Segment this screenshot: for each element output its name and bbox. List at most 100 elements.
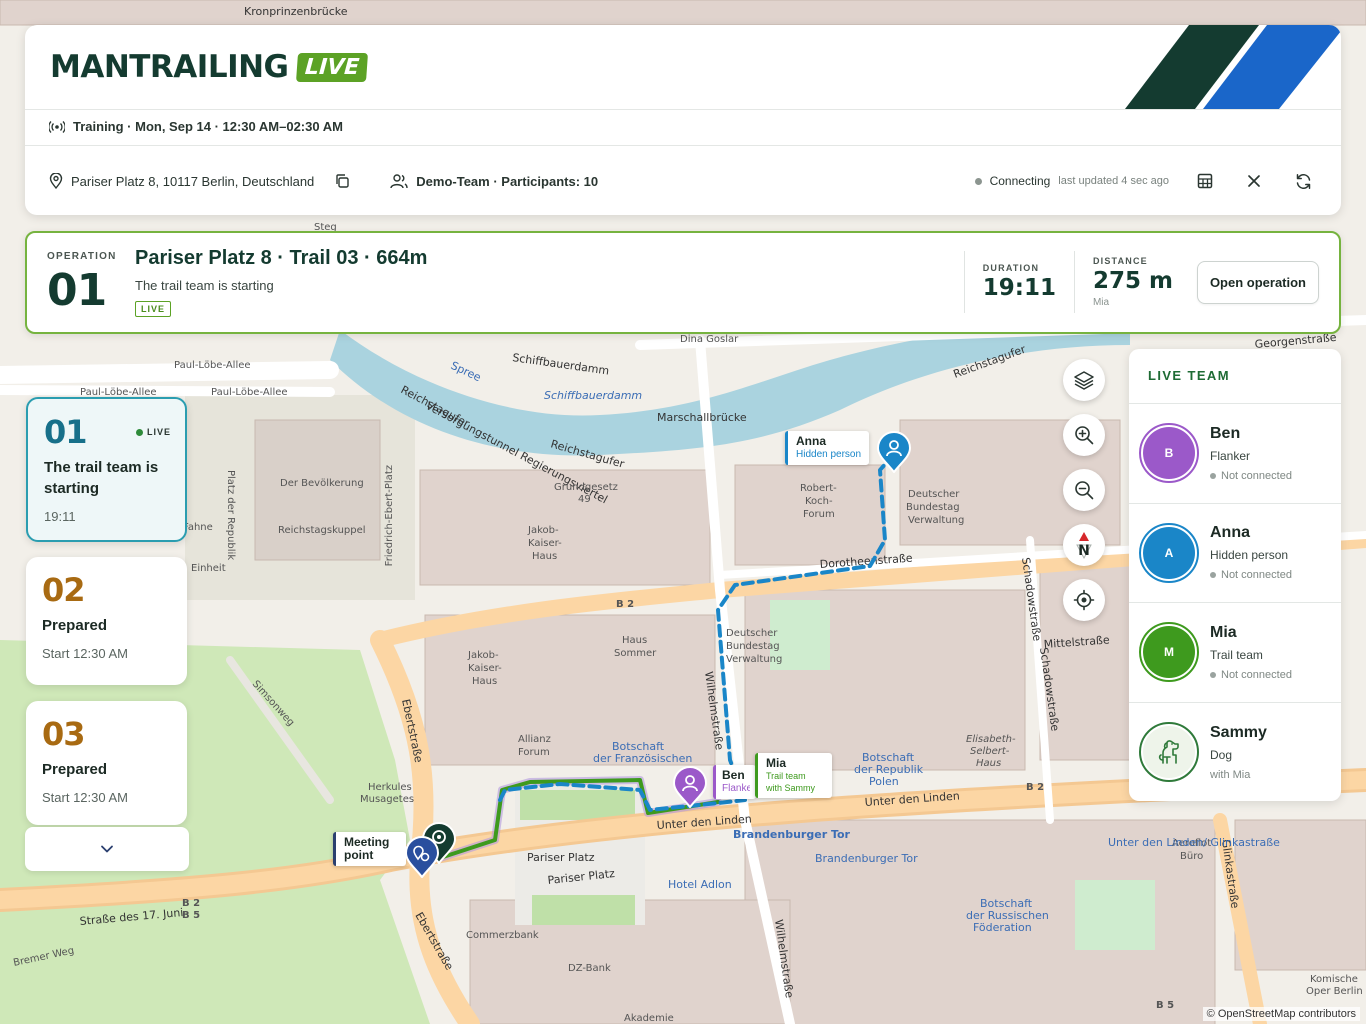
header-divider — [25, 109, 1341, 110]
training-info: Training · Mon, Sep 14 · 12:30 AM–02:30 … — [49, 119, 343, 134]
map-label: DZ-Bank — [568, 963, 611, 974]
map-tag-mia[interactable]: Mia Trail team with Sammy — [755, 753, 832, 798]
map-label: Akademie — [624, 1013, 674, 1024]
map-label: Verwaltung — [908, 515, 964, 526]
map-label: B 5 — [1156, 1000, 1174, 1011]
chevron-down-icon — [101, 845, 113, 853]
team-member-mia[interactable]: M Mia Trail team Not connected — [1129, 603, 1341, 703]
card-title: Prepared — [42, 617, 108, 634]
operation-card-02[interactable]: 02 Prepared Start 12:30 AM — [26, 557, 187, 685]
compass-button[interactable]: N — [1063, 524, 1105, 566]
table-icon — [1197, 173, 1213, 189]
address-text: Pariser Platz 8, 10117 Berlin, Deutschla… — [71, 173, 315, 189]
active-operation-banner: OPERATION 01 Pariser Platz 8 · Trail 03 … — [25, 231, 1341, 334]
distance-by: Mia — [1092, 297, 1110, 308]
live-badge: LIVE — [135, 301, 172, 317]
refresh-icon — [1296, 173, 1310, 189]
brand-logo: MANTRAILING LIVE — [50, 49, 368, 85]
svg-text:N: N — [1078, 543, 1090, 559]
map-label: Grundgesetz — [554, 482, 618, 493]
map-label: Sommer — [614, 648, 657, 659]
close-icon — [1248, 175, 1260, 187]
map-label: Schiffbauerdamm — [544, 389, 642, 402]
distance-value: 275 m — [1092, 268, 1173, 294]
table-view-button[interactable] — [1191, 167, 1219, 195]
anna-location-marker[interactable] — [876, 431, 912, 473]
operation-card-01[interactable]: 01 LIVE The trail team is starting 19:11 — [26, 397, 187, 542]
map-tag-ben[interactable]: Ben Flanker — [713, 765, 756, 799]
operation-status: The trail team is starting — [135, 278, 274, 293]
member-name: Ben — [1210, 424, 1241, 442]
member-status-text: Not connected — [1221, 469, 1292, 482]
operation-number: 01 — [47, 265, 107, 316]
card-time: Start 12:30 AM — [42, 790, 128, 805]
live-team-title: LIVE TEAM — [1129, 349, 1341, 404]
map-label: Selbert- — [970, 746, 1010, 757]
map-label: Deutscher — [726, 628, 778, 639]
avatar-initial: B — [1143, 427, 1195, 480]
member-status-text: with Mia — [1210, 768, 1251, 781]
map-label: Elisabeth- — [966, 734, 1016, 745]
map-label: Polen — [869, 775, 899, 788]
card-title: Prepared — [42, 761, 108, 778]
map-label: B 2 — [1026, 782, 1044, 793]
map-label: Brandenburger Tor — [815, 852, 918, 865]
map-label: Koch- — [805, 496, 833, 507]
member-status: Not connected — [1210, 569, 1292, 581]
map-label: der Französischen — [593, 752, 692, 765]
map-label: Forum — [518, 747, 550, 758]
member-status: Not connected — [1210, 669, 1292, 681]
team-text: Demo-Team · Participants: 10 — [416, 173, 599, 189]
map-label: Pariser Platz — [527, 851, 595, 864]
avatar — [1139, 722, 1199, 783]
zoom-in-icon — [1075, 426, 1094, 445]
training-label: Training · Mon, Sep 14 · 12:30 AM–02:30 … — [73, 119, 343, 134]
users-icon — [390, 174, 408, 189]
refresh-button[interactable] — [1289, 167, 1317, 195]
map-label: B 2 — [616, 599, 634, 610]
map-label: Bundestag — [726, 641, 780, 652]
locate-me-button[interactable] — [1063, 579, 1105, 621]
member-status-text: Not connected — [1221, 668, 1292, 681]
zoom-out-button[interactable] — [1063, 469, 1105, 511]
map-label: Paul-Löbe-Allee — [174, 360, 251, 371]
status-dot — [1210, 572, 1216, 579]
tag-name: Mia — [766, 756, 787, 770]
distance-label: DISTANCE — [1092, 256, 1148, 266]
team-member-sammy[interactable]: Sammy Dog with Mia — [1129, 703, 1341, 802]
operation-label: OPERATION — [47, 251, 117, 262]
member-status: Not connected — [1210, 470, 1292, 482]
copy-address-button[interactable] — [328, 167, 356, 195]
meeting-point-marker[interactable] — [404, 836, 440, 878]
close-button[interactable] — [1240, 167, 1268, 195]
duration-stat: DURATION 19:11 — [963, 251, 1074, 313]
zoom-in-button[interactable] — [1063, 414, 1105, 456]
app-header: MANTRAILING LIVE Training · Mon, Sep 14 … — [25, 25, 1341, 215]
open-operation-button[interactable]: Open operation — [1196, 260, 1319, 304]
map-label: Forum — [803, 509, 835, 520]
member-name: Mia — [1210, 623, 1237, 641]
map-label: Bundestag — [906, 502, 960, 513]
operation-card-03[interactable]: 03 Prepared Start 12:30 AM — [26, 701, 187, 825]
team-member-ben[interactable]: B Ben Flanker Not connected — [1129, 404, 1341, 504]
map-tag-meeting-point[interactable]: Meeting point — [333, 832, 406, 866]
avatar: A — [1139, 522, 1199, 583]
map-label: B 2 — [182, 898, 200, 909]
map-label: Büro — [1180, 851, 1203, 862]
member-role: Trail team — [1210, 647, 1263, 662]
address: Pariser Platz 8, 10117 Berlin, Deutschla… — [49, 167, 356, 195]
map-label: Haus — [622, 635, 647, 646]
map-label: Commerzbank — [466, 930, 539, 941]
ben-location-marker[interactable] — [672, 766, 708, 808]
member-name: Anna — [1210, 524, 1250, 542]
card-title: The trail team is starting — [44, 459, 159, 497]
brand-live-badge: LIVE — [295, 52, 368, 82]
connection-status: Connecting last updated 4 sec ago — [974, 174, 1169, 188]
team-member-anna[interactable]: A Anna Hidden person Not connected — [1129, 504, 1341, 603]
map-label: Kaiser- — [468, 663, 502, 674]
layers-button[interactable] — [1063, 359, 1105, 401]
live-dot — [135, 428, 143, 436]
map-tag-anna[interactable]: Anna Hidden person — [785, 431, 870, 465]
show-more-operations-button[interactable] — [25, 827, 189, 871]
map-label: Marschallbrücke — [657, 411, 747, 424]
